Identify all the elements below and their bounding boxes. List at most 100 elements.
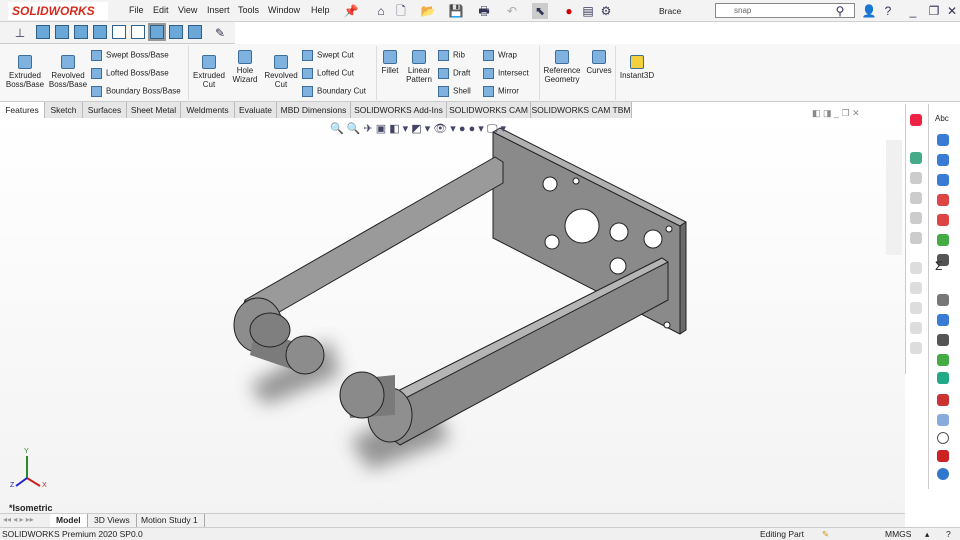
view-orientation-icon[interactable] — [74, 25, 88, 39]
tool-icon[interactable] — [937, 414, 949, 426]
tab-solidworks-cam[interactable]: SOLIDWORKS CAM — [447, 102, 531, 118]
tab-sketch[interactable]: Sketch — [45, 102, 83, 118]
tab-evaluate[interactable]: Evaluate — [235, 102, 277, 118]
user-icon[interactable]: 👤 — [861, 3, 877, 19]
view-orientation-icon[interactable] — [112, 25, 126, 39]
file-properties-icon[interactable]: ▤ — [580, 3, 596, 19]
revolved-cut-button[interactable]: Revolved Cut — [262, 55, 300, 89]
search-icon[interactable]: ⚲ — [832, 3, 848, 19]
units-selector[interactable]: MMGS — [885, 528, 911, 540]
appearance-icon[interactable] — [910, 114, 922, 126]
open-icon[interactable]: 📂 — [420, 3, 436, 19]
window-controls[interactable]: ◧ ◨ _ ❐ ✕ — [812, 108, 860, 119]
isometric-view-icon[interactable] — [148, 23, 166, 41]
view-orientation-icon[interactable] — [55, 25, 69, 39]
boundary-cut-button[interactable]: Boundary Cut — [302, 86, 366, 97]
lofted-boss-button[interactable]: Lofted Boss/Base — [91, 68, 169, 79]
tool-icon[interactable] — [910, 322, 922, 334]
tab-model[interactable]: Model — [50, 514, 88, 527]
pin-icon[interactable]: 📌 — [343, 3, 359, 19]
lofted-cut-button[interactable]: Lofted Cut — [302, 68, 354, 79]
units-dropdown-icon[interactable]: ▴ — [925, 528, 929, 540]
tab-motion-study[interactable]: Motion Study 1 — [135, 514, 205, 527]
curves-button[interactable]: Curves — [585, 50, 613, 75]
select-icon[interactable]: ⬉ — [532, 3, 548, 19]
menu-tools[interactable]: Tools — [238, 5, 259, 15]
tab-scroll-arrows[interactable]: ◂◂ ◂ ▸ ▸▸ — [3, 515, 34, 524]
help-bubble-icon[interactable]: ? — [946, 528, 951, 540]
intersect-button[interactable]: Intersect — [483, 68, 529, 79]
restore-icon[interactable]: ❐ — [926, 3, 942, 19]
view-orientation-icon[interactable] — [131, 25, 145, 39]
tab-weldments[interactable]: Weldments — [181, 102, 235, 118]
tool-icon[interactable] — [937, 468, 949, 480]
normal-to-icon[interactable]: ⊥ — [12, 25, 28, 41]
tool-icon[interactable] — [910, 232, 922, 244]
fillet-button[interactable]: Fillet — [378, 50, 402, 75]
tool-icon[interactable] — [910, 172, 922, 184]
view-orientation-icon[interactable] — [93, 25, 107, 39]
resources-icon[interactable] — [910, 152, 922, 164]
tool-icon[interactable] — [937, 294, 949, 306]
tool-icon[interactable] — [937, 194, 949, 206]
hole-wizard-button[interactable]: Hole Wizard — [229, 50, 261, 84]
tool-icon[interactable] — [937, 372, 949, 384]
mirror-button[interactable]: Mirror — [483, 86, 519, 97]
home-icon[interactable]: ⌂ — [373, 3, 389, 19]
tool-icon[interactable] — [910, 342, 922, 354]
undo-icon[interactable]: ↶ — [504, 3, 520, 19]
menu-insert[interactable]: Insert — [207, 5, 230, 15]
help-icon[interactable]: ? — [880, 3, 896, 19]
extruded-boss-button[interactable]: Extruded Boss/Base — [3, 55, 47, 89]
tool-icon[interactable] — [937, 314, 949, 326]
menu-view[interactable]: View — [178, 5, 197, 15]
view-orientation-icon[interactable] — [36, 25, 50, 39]
tool-icon[interactable] — [910, 192, 922, 204]
close-icon[interactable]: ✕ — [944, 3, 960, 19]
solidworks-logo[interactable]: SOLIDWORKS — [8, 2, 108, 20]
save-icon[interactable]: 💾 — [448, 3, 464, 19]
abc-icon[interactable]: Abc — [935, 114, 949, 123]
tool-icon[interactable] — [937, 334, 949, 346]
revolved-boss-button[interactable]: Revolved Boss/Base — [47, 55, 89, 89]
tool-icon[interactable] — [937, 174, 949, 186]
new-document-icon[interactable]: 🗋 — [393, 3, 409, 19]
view-task-tabs[interactable] — [886, 140, 902, 255]
reference-geometry-button[interactable]: Reference Geometry — [541, 50, 583, 84]
tab-3d-views[interactable]: 3D Views — [88, 514, 137, 527]
menu-file[interactable]: File — [129, 5, 144, 15]
tool-icon[interactable] — [937, 154, 949, 166]
instant3d-button[interactable]: Instant3D — [617, 55, 657, 80]
tool-icon[interactable] — [937, 450, 949, 462]
tool-icon[interactable] — [937, 134, 949, 146]
tool-icon[interactable] — [937, 394, 949, 406]
tab-surfaces[interactable]: Surfaces — [83, 102, 127, 118]
tool-icon[interactable] — [937, 214, 949, 226]
view-orientation-icon[interactable] — [169, 25, 183, 39]
tab-sheet-metal[interactable]: Sheet Metal — [127, 102, 181, 118]
tool-icon[interactable] — [937, 354, 949, 366]
extruded-cut-button[interactable]: Extruded Cut — [190, 55, 228, 89]
print-icon[interactable]: 🖶 — [476, 3, 492, 19]
menu-edit[interactable]: Edit — [153, 5, 169, 15]
draft-button[interactable]: Draft — [438, 68, 470, 79]
boundary-boss-button[interactable]: Boundary Boss/Base — [91, 86, 181, 97]
rebuild-status-icon[interactable]: ✎ — [822, 528, 829, 540]
menu-help[interactable]: Help — [311, 5, 330, 15]
tab-solidworks-add-ins[interactable]: SOLIDWORKS Add-Ins — [351, 102, 447, 118]
swept-boss-button[interactable]: Swept Boss/Base — [91, 50, 169, 61]
linear-pattern-button[interactable]: Linear Pattern — [403, 50, 435, 84]
sum-icon[interactable]: Σ — [935, 259, 942, 273]
graphics-area[interactable] — [0, 118, 905, 513]
tab-solidworks-cam-tbm[interactable]: SOLIDWORKS CAM TBM — [531, 102, 632, 118]
tool-icon[interactable] — [910, 282, 922, 294]
tab-features[interactable]: Features — [0, 102, 45, 118]
menu-window[interactable]: Window — [268, 5, 300, 15]
sketch-tool-icon[interactable]: ✎ — [212, 25, 228, 41]
heads-up-view-toolbar[interactable]: 🔍 🔍 ✈ ▣ ◧ ▾ ◩ ▾ 👁 ▾ ● ● ▾ 🖵 ▾ — [330, 122, 506, 136]
swept-cut-button[interactable]: Swept Cut — [302, 50, 354, 61]
options-gear-icon[interactable]: ⚙ — [598, 3, 614, 19]
view-orientation-icon[interactable] — [188, 25, 202, 39]
rebuild-icon[interactable]: ● — [561, 3, 577, 19]
shell-button[interactable]: Shell — [438, 86, 471, 97]
